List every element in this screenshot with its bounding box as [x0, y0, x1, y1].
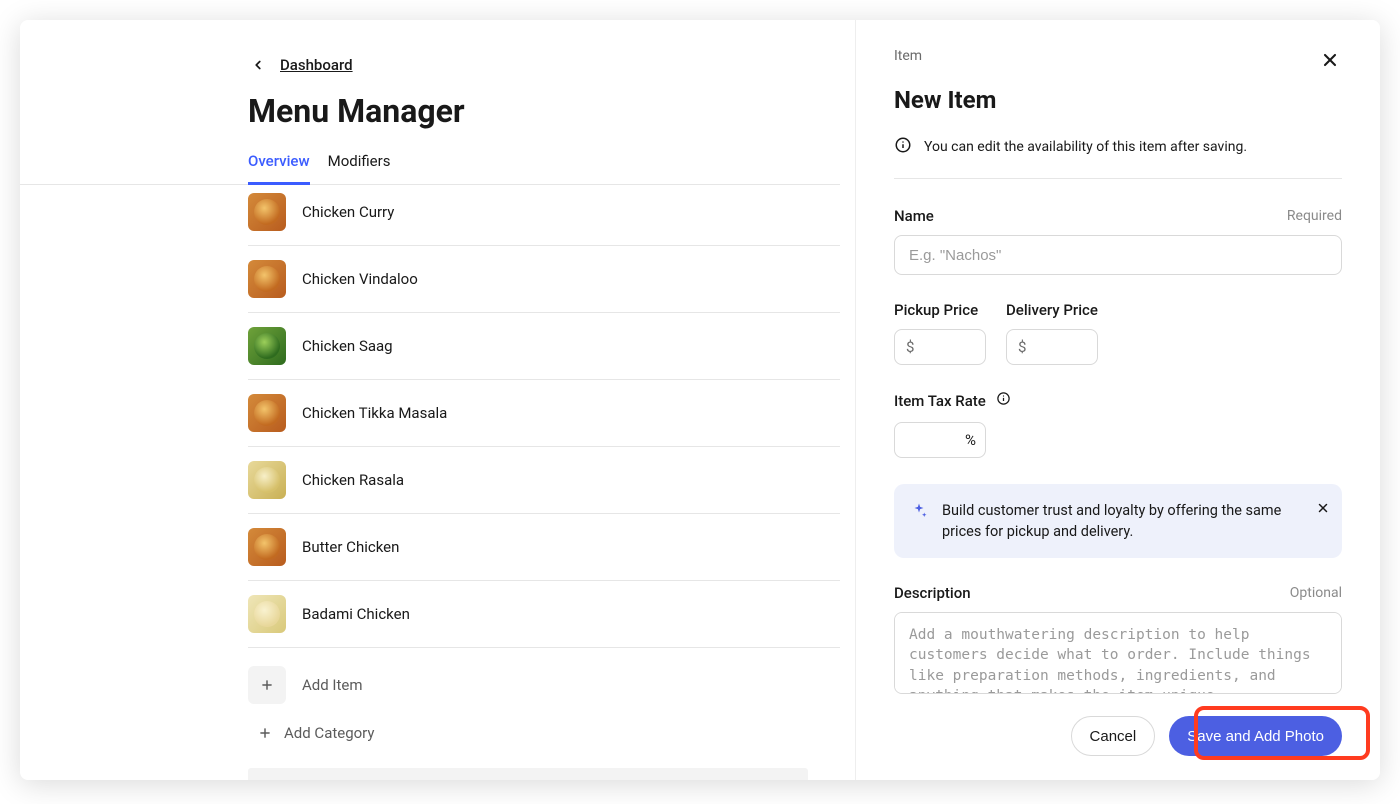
required-hint: Required [1287, 208, 1342, 224]
list-item[interactable]: Badami Chicken [248, 581, 840, 648]
currency-symbol: $ [1018, 338, 1026, 356]
description-field: Description Optional [894, 584, 1342, 698]
info-note: You can edit the availability of this it… [894, 136, 1342, 158]
name-input[interactable] [894, 235, 1342, 275]
sparkle-icon [910, 502, 928, 542]
page-title: Menu Manager [20, 92, 840, 130]
save-and-add-photo-button[interactable]: Save and Add Photo [1169, 716, 1342, 756]
item-thumbnail [248, 528, 286, 566]
items-list: Chicken Curry Chicken Vindaloo Chicken S… [20, 185, 840, 780]
app-frame: Dashboard Menu Manager Overview Modifier… [20, 20, 1380, 780]
add-item-row[interactable]: Add Item [248, 648, 840, 718]
main-column: Dashboard Menu Manager Overview Modifier… [20, 20, 840, 780]
percent-symbol: % [965, 431, 976, 449]
item-thumbnail [248, 327, 286, 365]
divider [894, 178, 1342, 179]
breadcrumb: Dashboard [20, 56, 840, 74]
item-thumbnail [248, 260, 286, 298]
price-row: Pickup Price $ Delivery Price $ [894, 301, 1342, 365]
item-name: Chicken Rasala [302, 471, 404, 489]
item-thumbnail [248, 394, 286, 432]
add-category-button[interactable]: Add Category [248, 724, 840, 742]
drawer-title: New Item [894, 86, 1342, 114]
currency-symbol: $ [906, 338, 914, 356]
new-item-drawer: Item New Item You can edit the availabil… [855, 20, 1380, 780]
cancel-button[interactable]: Cancel [1071, 716, 1156, 756]
tab-modifiers[interactable]: Modifiers [328, 152, 391, 184]
tax-field: Item Tax Rate % [894, 391, 1342, 458]
drawer-crumb: Item [894, 48, 922, 64]
tip-text: Build customer trust and loyalty by offe… [942, 500, 1298, 542]
item-name: Chicken Saag [302, 337, 393, 355]
list-item[interactable]: Chicken Saag [248, 313, 840, 380]
add-item-label[interactable]: Add Item [302, 676, 363, 694]
list-item[interactable]: Chicken Rasala [248, 447, 840, 514]
add-category-label: Add Category [284, 724, 375, 742]
item-name: Chicken Tikka Masala [302, 404, 447, 422]
list-item[interactable]: Butter Chicken [248, 514, 840, 581]
tab-overview[interactable]: Overview [248, 152, 310, 185]
pricing-tip: Build customer trust and loyalty by offe… [894, 484, 1342, 558]
close-icon[interactable] [1318, 48, 1342, 76]
info-text: You can edit the availability of this it… [924, 139, 1247, 155]
back-chevron-icon[interactable] [250, 57, 266, 73]
item-name: Chicken Vindaloo [302, 270, 418, 288]
item-thumbnail [248, 595, 286, 633]
tax-label: Item Tax Rate [894, 392, 986, 410]
plus-icon[interactable] [248, 666, 286, 704]
name-label: Name [894, 207, 934, 225]
item-name: Badami Chicken [302, 605, 410, 623]
list-item[interactable]: Chicken Tikka Masala [248, 380, 840, 447]
item-name: Chicken Curry [302, 203, 394, 221]
name-field: Name Required [894, 207, 1342, 275]
list-item[interactable]: Chicken Vindaloo [248, 246, 840, 313]
drawer-footer: Cancel Save and Add Photo [894, 698, 1342, 756]
info-icon [894, 136, 912, 158]
description-input[interactable] [894, 612, 1342, 694]
tabs: Overview Modifiers [20, 152, 840, 185]
list-item[interactable]: Chicken Curry [248, 185, 840, 246]
item-thumbnail [248, 461, 286, 499]
description-label: Description [894, 584, 971, 602]
item-name: Butter Chicken [302, 538, 399, 556]
delivery-price-label: Delivery Price [1006, 301, 1098, 319]
breadcrumb-dashboard-link[interactable]: Dashboard [280, 56, 353, 74]
pickup-price-label: Pickup Price [894, 301, 986, 319]
section-placeholder [248, 768, 808, 780]
close-icon[interactable] [1316, 500, 1330, 521]
optional-hint: Optional [1290, 585, 1342, 601]
info-icon[interactable] [996, 391, 1011, 410]
item-thumbnail [248, 193, 286, 231]
